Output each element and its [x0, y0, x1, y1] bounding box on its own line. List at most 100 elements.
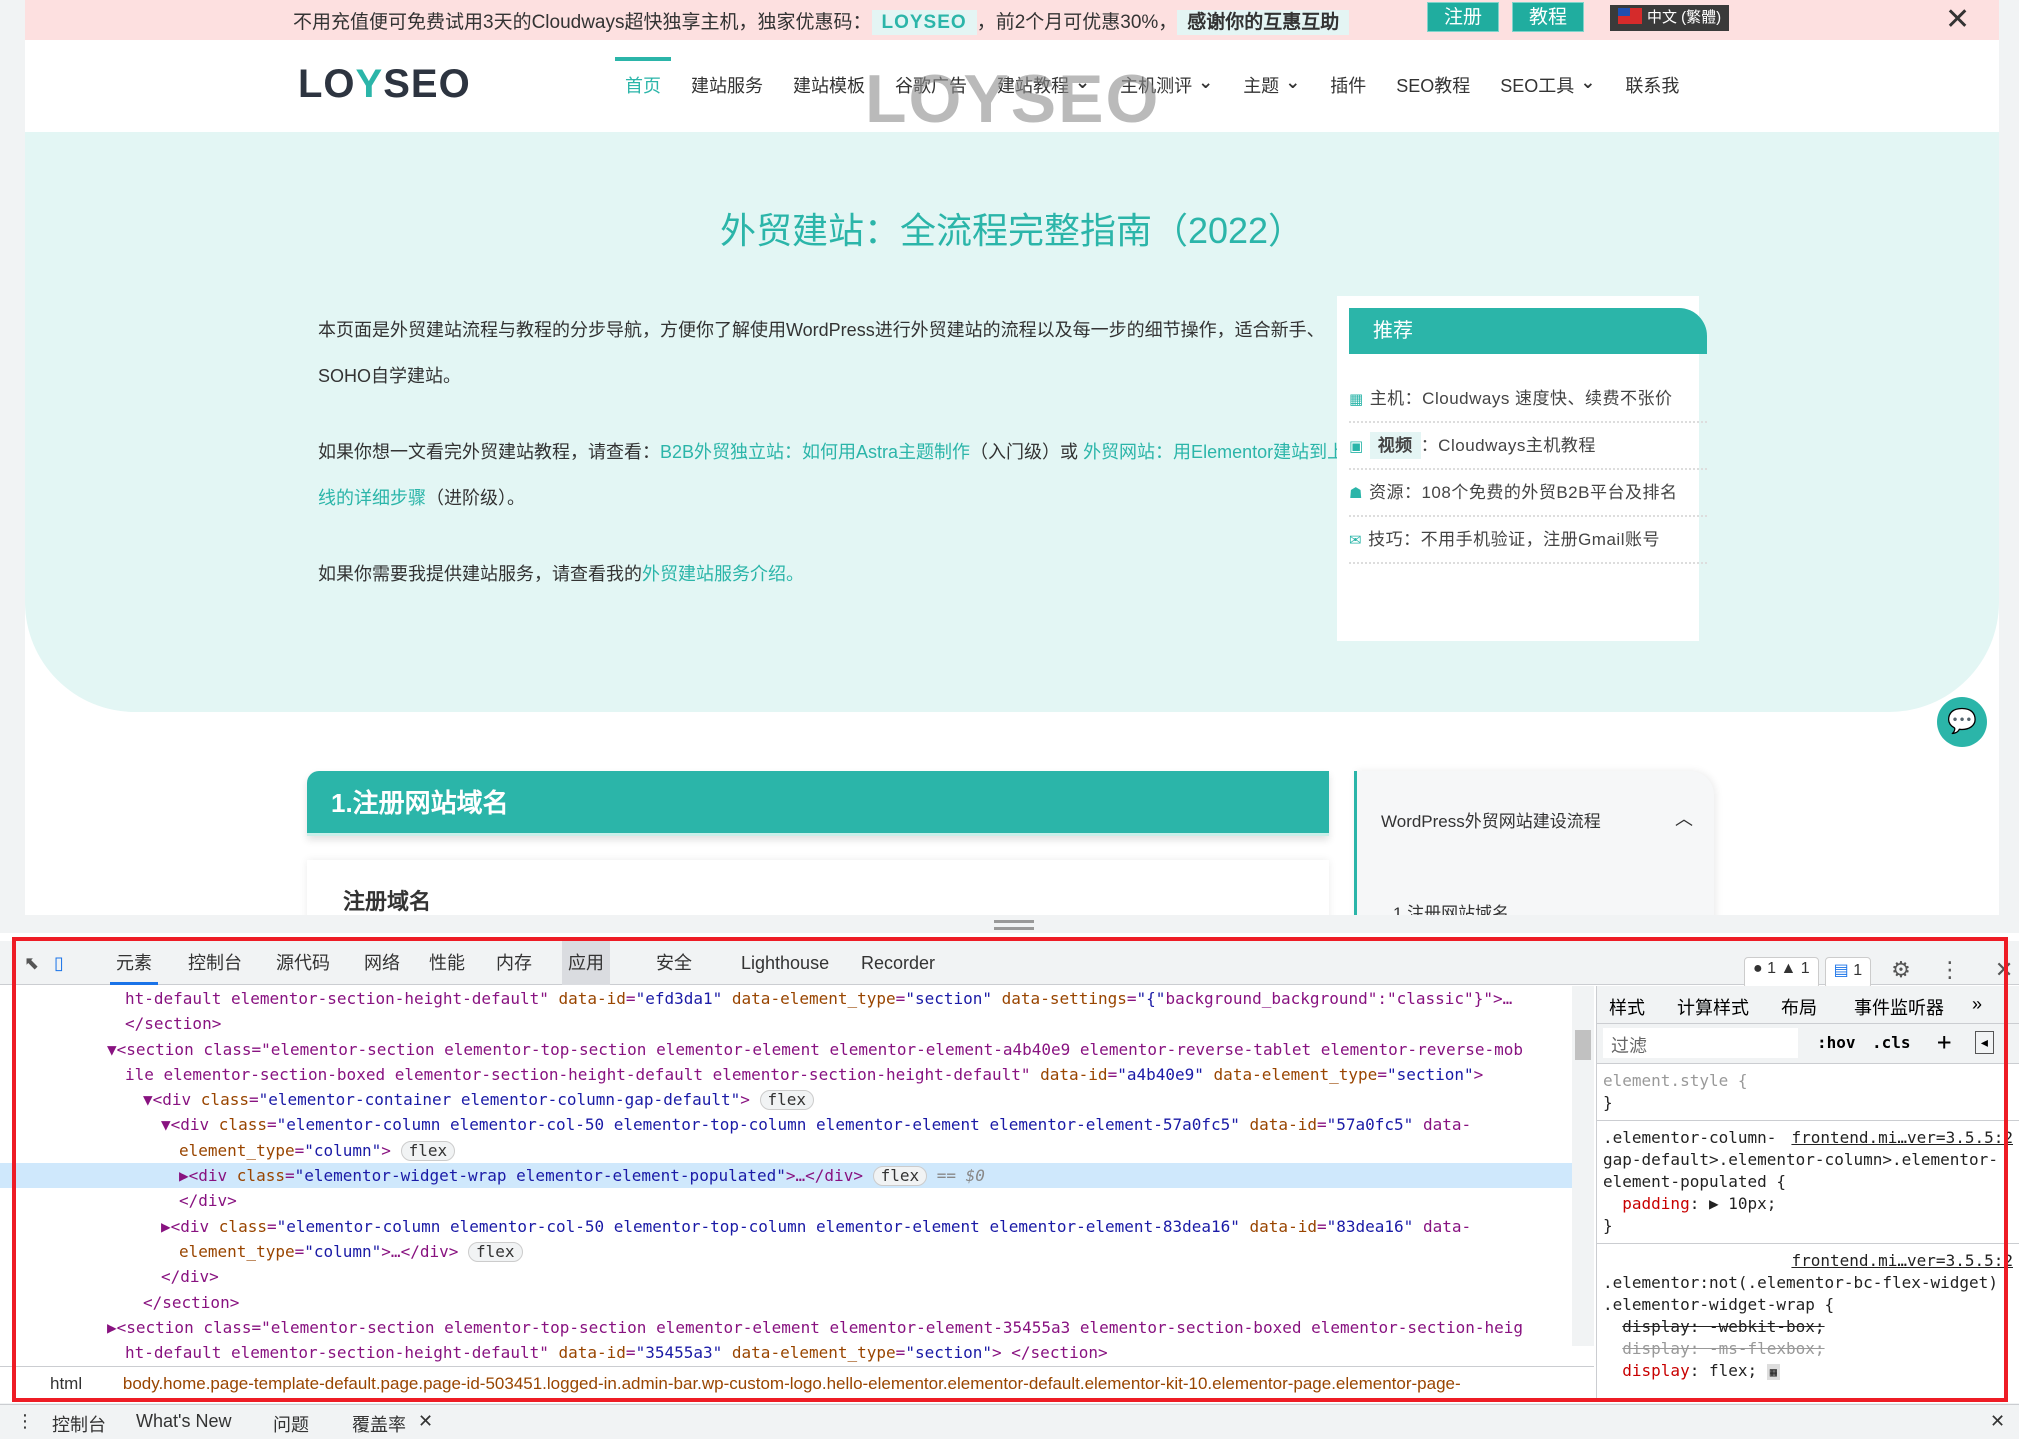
gear-icon[interactable]: ⚙	[1891, 957, 1911, 989]
device-toggle-icon[interactable]: ▯	[48, 941, 70, 985]
hov-toggle[interactable]: :hov	[1817, 1033, 1856, 1052]
recommend-item[interactable]: ▦ 主机：Cloudways 速度快、续费不张价	[1349, 376, 1707, 423]
flex-badge[interactable]: flex	[872, 1166, 928, 1187]
devtools-tab[interactable]: 安全	[650, 941, 698, 985]
drawer-tab[interactable]: What's New	[136, 1411, 231, 1432]
service-link[interactable]: 外贸建站服务介绍。	[642, 564, 804, 584]
messages-badge[interactable]: ▤ 1	[1824, 957, 1872, 989]
devtools-tab[interactable]: 元素	[110, 941, 158, 985]
dom-node-line[interactable]: ▶<div class="elementor-column elementor-…	[0, 1214, 1594, 1239]
dom-node-line[interactable]: ht-default elementor-section-height-defa…	[0, 986, 1594, 1011]
dom-node-line[interactable]: ht-default elementor-section-height-defa…	[0, 1340, 1594, 1365]
recommend-item[interactable]: ✉ 技巧：不用手机验证，注册Gmail账号	[1349, 517, 1707, 564]
drawer-tab[interactable]: 覆盖率	[352, 1411, 406, 1437]
dom-node-line[interactable]: ▶<section class="elementor-section eleme…	[0, 1315, 1594, 1340]
nav-item[interactable]: 插件	[1330, 72, 1366, 98]
recommend-item[interactable]: ☗ 资源：108个免费的外贸B2B平台及排名	[1349, 470, 1707, 517]
close-drawer-icon[interactable]: ✕	[1990, 1411, 2005, 1432]
dom-node-line[interactable]: ▼<div class="elementor-column elementor-…	[0, 1112, 1594, 1137]
recommend-item-text: 技巧：不用手机验证，注册Gmail账号	[1368, 530, 1660, 549]
video-icon: ▣	[1349, 438, 1364, 455]
close-icon[interactable]: ✕	[1945, 2, 1970, 37]
chevron-up-icon[interactable]: ︿	[1675, 805, 1693, 831]
nav-item[interactable]: 建站服务	[691, 72, 763, 98]
devtools-tab[interactable]: 内存	[490, 941, 538, 985]
toc-title[interactable]: WordPress外贸网站建设流程	[1381, 807, 1601, 832]
drawer-tab[interactable]: 问题	[273, 1411, 309, 1437]
main-nav: 首页 建站服务 建站模板 谷歌广告 建站教程 ⌄ 主机测评 ⌄ 主题 ⌄ 插件 SEO教程 SEO…	[615, 57, 1709, 98]
drawer-tab[interactable]: 控制台	[52, 1411, 106, 1437]
hero-section: 外贸建站：全流程完整指南（2022） 本页面是外贸建站流程与教程的分步导航，方便…	[25, 132, 1999, 712]
styles-tab[interactable]: 事件监听器	[1854, 994, 1944, 1020]
issues-badge[interactable]: ● 1 ▲ 1	[1744, 957, 1819, 989]
devtools-tabbar: ⬉ ▯ 元素 控制台 源代码 网络 性能 内存 应用 安全 Lighthouse Recorder…	[0, 941, 2019, 989]
devtools-tab[interactable]: 控制台	[182, 941, 248, 985]
dom-node-line[interactable]: ▼<section class="elementor-section eleme…	[0, 1037, 1594, 1062]
stylesheet-link[interactable]: frontend.mi…ver=3.5.5:2	[1791, 1127, 2013, 1149]
stylesheet-link[interactable]: frontend.mi…ver=3.5.5:2	[1791, 1250, 2013, 1272]
nav-item[interactable]: 联系我	[1625, 72, 1679, 98]
nav-item[interactable]: SEO教程	[1396, 72, 1470, 98]
coupon-code: LOYSEO	[871, 10, 977, 35]
nav-item[interactable]: SEO工具	[1500, 72, 1574, 98]
styles-tab[interactable]: 计算样式	[1677, 994, 1749, 1020]
devtools-tab[interactable]: 性能	[423, 941, 471, 985]
toc-item[interactable]: 1.注册网站域名	[1393, 899, 1509, 915]
logo-watermark: LOYSEO	[865, 61, 1161, 137]
elements-tree: ht-default elementor-section-height-defa…	[0, 986, 1594, 1366]
cls-toggle[interactable]: .cls	[1872, 1033, 1911, 1052]
dom-node-line[interactable]: ▶<div class="elementor-widget-wrap eleme…	[0, 1163, 1594, 1189]
sidebar-toggle-icon[interactable]: ◂	[1975, 1031, 1994, 1054]
flex-badge[interactable]: flex	[400, 1140, 456, 1161]
dom-node-line[interactable]: ile elementor-section-boxed elementor-se…	[0, 1062, 1594, 1087]
nav-item[interactable]: 主题	[1243, 72, 1279, 98]
drawer-menu-icon[interactable]: ⋮	[16, 1411, 34, 1432]
styles-tab[interactable]: 布局	[1781, 994, 1817, 1020]
site-logo[interactable]: LOYSEO	[298, 62, 471, 107]
intro-paragraph: 本页面是外贸建站流程与教程的分步导航，方便你了解使用WordPress进行外贸建…	[318, 320, 1325, 386]
table-of-contents: WordPress外贸网站建设流程 ︿ 1.注册网站域名	[1354, 771, 1714, 915]
language-switcher[interactable]: 中文 (繁體)	[1610, 5, 1730, 31]
add-rule-icon[interactable]: +	[1937, 1028, 1951, 1056]
devtools-tab[interactable]: 源代码	[270, 941, 336, 985]
dom-node-line[interactable]: </div>	[0, 1264, 1594, 1289]
elements-scrollbar[interactable]	[1572, 986, 1594, 1346]
dom-node-line[interactable]: element_type="column"> flex	[0, 1138, 1594, 1163]
devtools-tab[interactable]: 网络	[358, 941, 406, 985]
card-title: 注册域名	[343, 889, 432, 914]
devtools-tab[interactable]: 应用	[562, 941, 610, 985]
devtools-drawer: ⋮ 控制台 What's New 问题 覆盖率 ✕ ✕	[0, 1404, 2019, 1439]
flexbox-editor-icon[interactable]: ▦	[1766, 1364, 1781, 1380]
register-button[interactable]: 注册	[1427, 2, 1499, 32]
devtools-resize-handle[interactable]	[994, 920, 1034, 930]
service-paragraph: 如果你需要我提供建站服务，请查看我的外贸建站服务介绍。	[318, 564, 804, 584]
close-tab-icon[interactable]: ✕	[418, 1411, 433, 1432]
inspect-icon[interactable]: ⬉	[18, 941, 45, 985]
nav-item[interactable]: 首页	[615, 57, 671, 98]
recommend-item-text: ：Cloudways主机教程	[1420, 436, 1596, 455]
dom-node-line[interactable]: </section>	[0, 1011, 1594, 1036]
wechat-icon[interactable]: 💬	[1937, 697, 1987, 747]
nav-item[interactable]: 建站模板	[793, 72, 865, 98]
devtools-tab[interactable]: Recorder	[855, 941, 941, 985]
flex-badge[interactable]: flex	[468, 1241, 523, 1262]
tutorial-button[interactable]: 教程	[1512, 2, 1584, 32]
close-devtools-icon[interactable]: ✕	[1995, 957, 2013, 989]
style-rule: element.style {}	[1597, 1064, 2019, 1121]
styles-tab[interactable]: »	[1972, 994, 1982, 1015]
site-header: LOYSEO 首页 建站服务 建站模板 谷歌广告 建站教程 ⌄ 主机测评 ⌄ 主题 ⌄ 插件 S…	[25, 40, 1999, 137]
dom-node-line[interactable]: ▼<div class="elementor-container element…	[0, 1087, 1594, 1112]
step-heading: 1.注册网站域名	[307, 771, 1329, 836]
devtools-tab[interactable]: Lighthouse	[735, 941, 835, 985]
flex-badge[interactable]: flex	[759, 1090, 815, 1111]
recommend-item[interactable]: ▣ 视频 ：Cloudways主机教程	[1349, 423, 1707, 470]
breadcrumb-body[interactable]: body.home.page-template-default.page.pag…	[123, 1374, 1461, 1393]
styles-filter-input[interactable]: 过滤	[1603, 1028, 1798, 1058]
breadcrumb-html[interactable]: html	[50, 1374, 82, 1393]
dom-node-line[interactable]: </section>	[0, 1290, 1594, 1315]
dom-node-line[interactable]: element_type="column">…</div> flex	[0, 1239, 1594, 1264]
more-icon[interactable]: ⋮	[1939, 957, 1961, 989]
astra-guide-link[interactable]: B2B外贸独立站：如何用Astra主题制作	[660, 442, 970, 462]
devtools-status: ● 1 ▲ 1 ▤ 1 ⚙ ⋮ ✕	[1744, 957, 2013, 989]
dom-node-line[interactable]: </div>	[0, 1188, 1594, 1213]
